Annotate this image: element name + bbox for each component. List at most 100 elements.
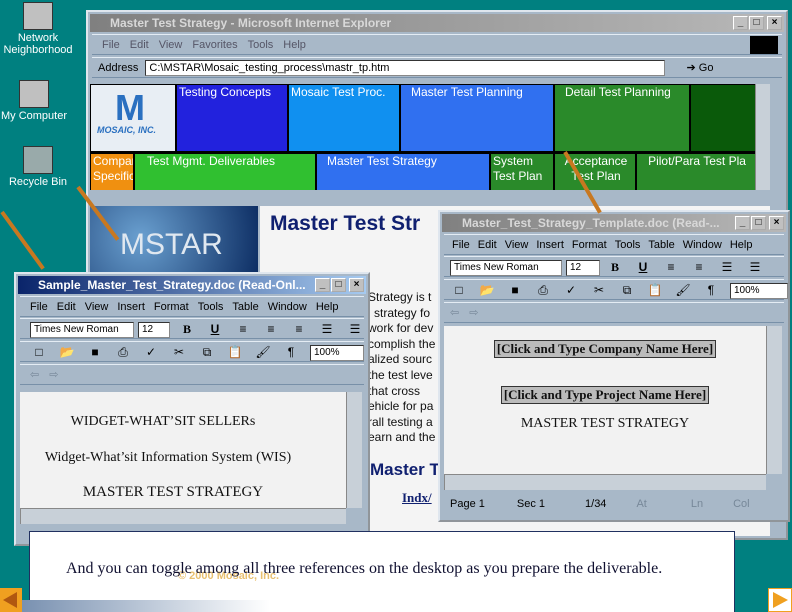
pilcrow-icon[interactable]: ¶ — [702, 280, 720, 300]
menu-edit[interactable]: Edit — [478, 239, 497, 251]
ie-title-bar[interactable]: Master Test Strategy - Microsoft Interne… — [90, 14, 784, 32]
spelling-icon[interactable]: ✓ — [142, 342, 160, 362]
forward-icon[interactable]: ⇨ — [469, 307, 478, 319]
map-testing-concepts[interactable]: Testing Concepts — [177, 85, 287, 151]
minimize-button[interactable]: _ — [733, 16, 748, 30]
menu-file[interactable]: File — [30, 301, 48, 313]
open-icon[interactable]: 📂 — [58, 342, 76, 362]
word-left-hscroll[interactable] — [20, 508, 346, 524]
print-icon[interactable]: ⎙ — [534, 280, 552, 300]
menu-file[interactable]: File — [102, 39, 120, 51]
menu-format[interactable]: Format — [572, 239, 607, 251]
menu-help[interactable]: Help — [316, 301, 339, 313]
forward-icon[interactable]: ⇨ — [49, 369, 58, 381]
desktop-icon-my-computer[interactable]: My Computer — [0, 80, 76, 122]
maximize-button[interactable]: □ — [751, 216, 766, 230]
menu-insert[interactable]: Insert — [117, 301, 145, 313]
menu-window[interactable]: Window — [683, 239, 722, 251]
menu-window[interactable]: Window — [268, 301, 307, 313]
menu-view[interactable]: View — [505, 239, 529, 251]
close-button[interactable]: × — [349, 278, 364, 292]
menu-tools[interactable]: Tools — [248, 39, 274, 51]
map-mosaic-test-proc[interactable]: Mosaic Test Proc. — [289, 85, 399, 151]
cut-icon[interactable]: ✂ — [170, 342, 188, 362]
save-icon[interactable]: ■ — [506, 280, 524, 300]
word-template-window[interactable]: Master_Test_Strategy_Template.doc (Read-… — [438, 210, 790, 522]
menu-favorites[interactable]: Favorites — [192, 39, 237, 51]
numbering-icon[interactable]: ☰ — [318, 319, 336, 339]
menu-tools[interactable]: Tools — [615, 239, 641, 251]
map-scrollbar[interactable] — [755, 84, 770, 190]
back-icon[interactable]: ⇦ — [450, 307, 459, 319]
size-select[interactable]: 12 — [138, 322, 170, 339]
bold-button[interactable]: B — [606, 257, 624, 277]
map-detail-test-planning[interactable]: Detail Test Planning — [555, 85, 689, 151]
zoom-select[interactable]: 100% — [730, 283, 788, 300]
word-right-hscroll[interactable] — [444, 474, 766, 490]
align-right-icon[interactable]: ≡ — [690, 257, 708, 277]
word-right-title-bar[interactable]: Master_Test_Strategy_Template.doc (Read-… — [442, 214, 786, 232]
paste-icon[interactable]: 📋 — [646, 280, 664, 300]
font-select[interactable]: Times New Roman — [30, 322, 134, 339]
back-icon[interactable]: ⇦ — [30, 369, 39, 381]
align-center-icon[interactable]: ≡ — [262, 319, 280, 339]
menu-view[interactable]: View — [159, 39, 183, 51]
word-right-document[interactable]: [Click and Type Company Name Here] [Clic… — [444, 326, 766, 474]
go-button[interactable]: ➔ Go — [686, 62, 723, 74]
menu-insert[interactable]: Insert — [536, 239, 564, 251]
word-right-vscroll[interactable] — [766, 326, 782, 474]
close-button[interactable]: × — [767, 16, 782, 30]
next-slide-button[interactable] — [768, 588, 792, 612]
zoom-select[interactable]: 100% — [310, 345, 364, 362]
align-left-icon[interactable]: ≡ — [234, 319, 252, 339]
numbering-icon[interactable]: ☰ — [718, 257, 736, 277]
menu-format[interactable]: Format — [154, 301, 189, 313]
map-next-node[interactable] — [691, 85, 755, 151]
map-pilot-test-plan[interactable]: Pilot/Para Test Pla — [637, 154, 755, 190]
bullets-icon[interactable]: ☰ — [746, 257, 764, 277]
maximize-button[interactable]: □ — [331, 278, 346, 292]
format-painter-icon[interactable]: 🖌 — [674, 280, 692, 300]
pilcrow-icon[interactable]: ¶ — [282, 342, 300, 362]
close-button[interactable]: × — [769, 216, 784, 230]
desktop-icon-recycle-bin[interactable]: Recycle Bin — [0, 146, 80, 188]
menu-help[interactable]: Help — [283, 39, 306, 51]
menu-table[interactable]: Table — [232, 301, 258, 313]
menu-help[interactable]: Help — [730, 239, 753, 251]
menu-table[interactable]: Table — [648, 239, 674, 251]
paste-icon[interactable]: 📋 — [226, 342, 244, 362]
menu-tools[interactable]: Tools — [198, 301, 224, 313]
map-company-specific[interactable]: Company Specific — [91, 154, 133, 190]
print-icon[interactable]: ⎙ — [114, 342, 132, 362]
prev-slide-button[interactable] — [0, 588, 22, 612]
word-sample-window[interactable]: Sample_Master_Test_Strategy.doc (Read-On… — [14, 272, 370, 546]
minimize-button[interactable]: _ — [735, 216, 750, 230]
desktop-icon-network[interactable]: Network Neighborhood — [0, 2, 80, 56]
align-left-icon[interactable]: ≡ — [662, 257, 680, 277]
word-left-title-bar[interactable]: Sample_Master_Test_Strategy.doc (Read-On… — [18, 276, 366, 294]
cut-icon[interactable]: ✂ — [590, 280, 608, 300]
size-select[interactable]: 12 — [566, 260, 600, 277]
menu-edit[interactable]: Edit — [57, 301, 76, 313]
map-system-test-plan[interactable]: System Test Plan — [491, 154, 553, 190]
bullets-icon[interactable]: ☰ — [346, 319, 364, 339]
menu-file[interactable]: File — [452, 239, 470, 251]
save-icon[interactable]: ■ — [86, 342, 104, 362]
spelling-icon[interactable]: ✓ — [562, 280, 580, 300]
index-link[interactable]: Indx/ — [402, 490, 432, 506]
map-master-test-strategy[interactable]: Master Test Strategy — [317, 154, 489, 190]
format-painter-icon[interactable]: 🖌 — [254, 342, 272, 362]
copy-icon[interactable]: ⧉ — [198, 342, 216, 362]
new-icon[interactable]: □ — [450, 280, 468, 300]
font-select[interactable]: Times New Roman — [450, 260, 562, 277]
align-right-icon[interactable]: ≡ — [290, 319, 308, 339]
open-icon[interactable]: 📂 — [478, 280, 496, 300]
address-input[interactable]: C:\MSTAR\Mosaic_testing_process\mastr_tp… — [145, 60, 666, 77]
underline-button[interactable]: U — [634, 257, 652, 277]
minimize-button[interactable]: _ — [315, 278, 330, 292]
new-icon[interactable]: □ — [30, 342, 48, 362]
menu-edit[interactable]: Edit — [130, 39, 149, 51]
word-left-vscroll[interactable] — [346, 392, 362, 508]
menu-view[interactable]: View — [85, 301, 109, 313]
map-test-mgmt-deliverables[interactable]: Test Mgmt. Deliverables — [135, 154, 315, 190]
